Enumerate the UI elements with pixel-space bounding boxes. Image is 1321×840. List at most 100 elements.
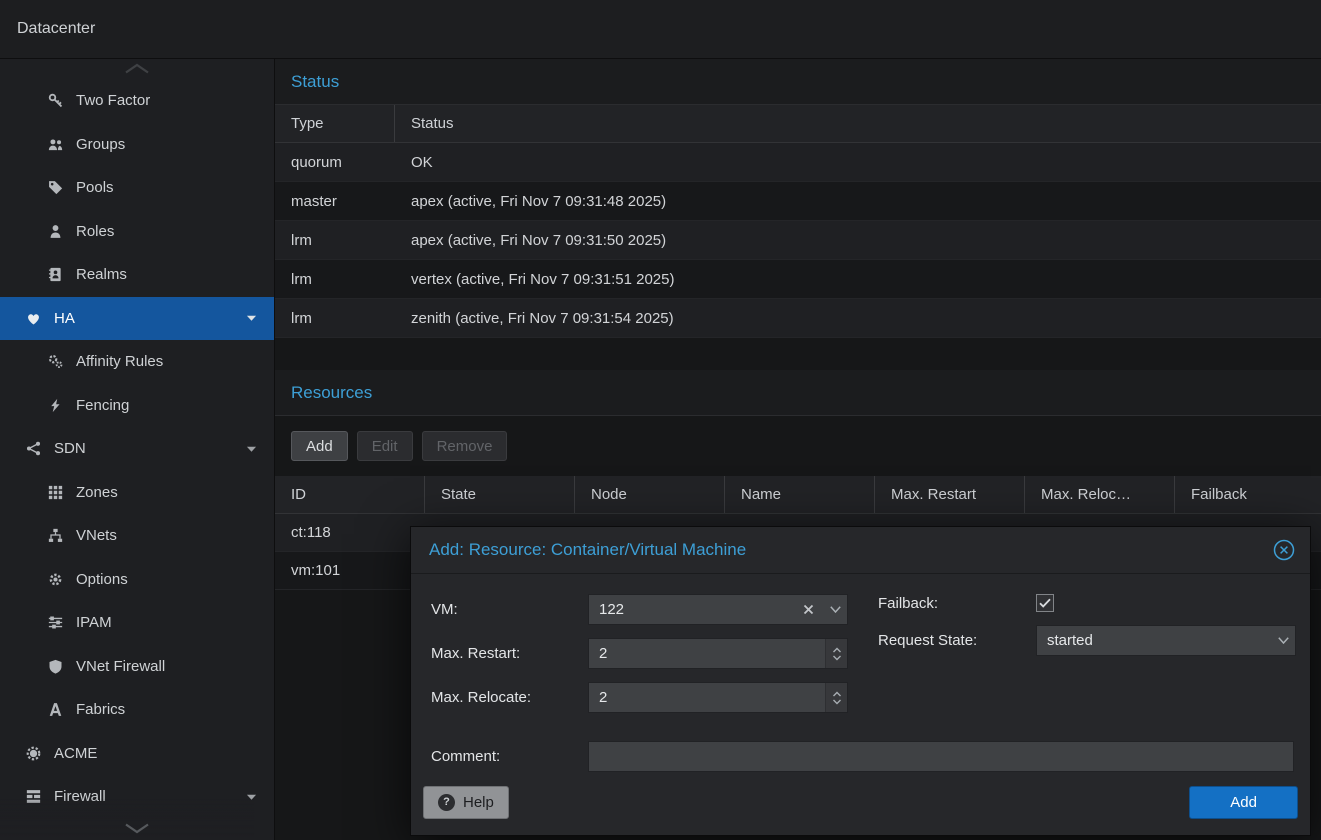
table-row[interactable]: lrm vertex (active, Fri Nov 7 09:31:51 2… [275, 260, 1321, 299]
comment-form-row: Comment: [431, 741, 1294, 772]
cell-type: lrm [275, 299, 395, 337]
table-row[interactable]: quorum OK [275, 143, 1321, 182]
help-button[interactable]: ? Help [423, 786, 509, 819]
table-row[interactable]: lrm apex (active, Fri Nov 7 09:31:50 202… [275, 221, 1321, 260]
max-restart-spinner[interactable]: 2 [588, 638, 848, 669]
cell-id: ct:118 [275, 514, 425, 551]
status-table-rows: quorum OK master apex (active, Fri Nov 7… [275, 143, 1321, 338]
cell-status: apex (active, Fri Nov 7 09:31:50 2025) [395, 221, 1321, 259]
sidebar-item-roles[interactable]: Roles [0, 210, 274, 254]
status-table-header: Type Status [275, 105, 1321, 143]
sidebar: Two Factor Groups Pools Roles Realms HA [0, 59, 275, 840]
sidebar-item-label: Groups [76, 136, 125, 153]
sidebar-item-fabrics[interactable]: Fabrics [0, 688, 274, 732]
scroll-down-icon[interactable] [0, 798, 273, 840]
chevron-down-icon[interactable] [1271, 626, 1295, 655]
max-restart-label: Max. Restart: [431, 645, 588, 662]
request-state-form-row: Request State: started [878, 625, 1296, 656]
cell-status: vertex (active, Fri Nov 7 09:31:51 2025) [395, 260, 1321, 298]
resources-table-header: ID State Node Name Max. Restart Max. Rel… [275, 476, 1321, 514]
spinner-updown-icon[interactable] [825, 683, 847, 712]
users-icon [46, 137, 65, 152]
shield-icon [46, 659, 65, 674]
column-header-id[interactable]: ID [275, 476, 425, 513]
sidebar-item-ha[interactable]: HA [0, 297, 274, 341]
request-state-select[interactable]: started [1036, 625, 1296, 656]
cell-status: zenith (active, Fri Nov 7 09:31:54 2025) [395, 299, 1321, 337]
max-relocate-spinner[interactable]: 2 [588, 682, 848, 713]
close-icon[interactable] [1272, 538, 1296, 562]
table-row[interactable]: lrm zenith (active, Fri Nov 7 09:31:54 2… [275, 299, 1321, 338]
column-header-node[interactable]: Node [575, 476, 725, 513]
sidebar-item-ipam[interactable]: IPAM [0, 601, 274, 645]
sidebar-item-vnet-firewall[interactable]: VNet Firewall [0, 645, 274, 689]
sidebar-item-label: Options [76, 571, 128, 588]
cell-type: quorum [275, 143, 395, 181]
chevron-down-icon[interactable] [246, 314, 257, 322]
sidebar-item-label: SDN [54, 440, 86, 457]
sidebar-item-label: IPAM [76, 614, 112, 631]
table-row[interactable]: master apex (active, Fri Nov 7 09:31:48 … [275, 182, 1321, 221]
tag-icon [46, 180, 65, 195]
cell-status: OK [395, 143, 1321, 181]
sidebar-item-label: ACME [54, 745, 97, 762]
dialog-body: VM: 122 Max. Restart: 2 Max. Relocate [411, 574, 1310, 777]
vm-value: 122 [599, 601, 803, 618]
vm-combobox[interactable]: 122 [588, 594, 848, 625]
page-title: Datacenter [17, 20, 95, 38]
sidebar-item-sdn[interactable]: SDN [0, 427, 274, 471]
sidebar-item-acme[interactable]: ACME [0, 732, 274, 776]
add-resource-dialog: Add: Resource: Container/Virtual Machine… [410, 526, 1311, 836]
comment-input[interactable] [588, 741, 1294, 772]
comment-label: Comment: [431, 748, 588, 765]
sidebar-item-groups[interactable]: Groups [0, 123, 274, 167]
check-icon [1039, 598, 1051, 608]
max-relocate-value: 2 [599, 689, 825, 706]
resources-toolbar: Add Edit Remove [275, 416, 1321, 476]
cell-type: lrm [275, 260, 395, 298]
remove-button[interactable]: Remove [422, 431, 508, 461]
sidebar-item-label: Fencing [76, 397, 129, 414]
sidebar-item-vnets[interactable]: VNets [0, 514, 274, 558]
sidebar-item-affinity-rules[interactable]: Affinity Rules [0, 340, 274, 384]
column-header-status[interactable]: Status [395, 105, 1321, 142]
sidebar-item-options[interactable]: Options [0, 558, 274, 602]
column-header-state[interactable]: State [425, 476, 575, 513]
max-relocate-form-row: Max. Relocate: 2 [431, 682, 878, 713]
cell-status: apex (active, Fri Nov 7 09:31:48 2025) [395, 182, 1321, 220]
column-header-max-restart[interactable]: Max. Restart [875, 476, 1025, 513]
sidebar-item-realms[interactable]: Realms [0, 253, 274, 297]
scroll-up-icon[interactable] [0, 63, 273, 74]
max-restart-form-row: Max. Restart: 2 [431, 638, 878, 669]
sidebar-item-label: Realms [76, 266, 127, 283]
help-button-label: Help [463, 794, 494, 811]
sidebar-item-label: Roles [76, 223, 114, 240]
add-button[interactable]: Add [291, 431, 348, 461]
sidebar-item-two-factor[interactable]: Two Factor [0, 79, 274, 123]
column-header-type[interactable]: Type [275, 105, 395, 142]
spinner-updown-icon[interactable] [825, 639, 847, 668]
column-header-failback[interactable]: Failback [1175, 476, 1321, 513]
edit-button[interactable]: Edit [357, 431, 413, 461]
max-relocate-label: Max. Relocate: [431, 689, 588, 706]
dialog-title: Add: Resource: Container/Virtual Machine [429, 540, 746, 560]
failback-checkbox[interactable] [1036, 594, 1054, 612]
clear-icon[interactable] [803, 604, 814, 615]
sidebar-item-pools[interactable]: Pools [0, 166, 274, 210]
chevron-down-icon[interactable] [246, 445, 257, 453]
dialog-add-button[interactable]: Add [1189, 786, 1298, 819]
column-header-max-relocate[interactable]: Max. Reloc… [1025, 476, 1175, 513]
sidebar-item-label: Zones [76, 484, 118, 501]
heartbeat-icon [24, 311, 43, 326]
sidebar-item-label: VNet Firewall [76, 658, 165, 675]
sidebar-item-zones[interactable]: Zones [0, 471, 274, 515]
failback-label: Failback: [878, 595, 1036, 612]
resources-panel-title: Resources [275, 370, 1321, 416]
chevron-down-icon[interactable] [823, 595, 847, 624]
person-icon [46, 224, 65, 239]
sidebar-item-fencing[interactable]: Fencing [0, 384, 274, 428]
key-icon [46, 93, 65, 108]
vnet-icon [46, 528, 65, 543]
top-header: Datacenter [0, 0, 1321, 59]
column-header-name[interactable]: Name [725, 476, 875, 513]
